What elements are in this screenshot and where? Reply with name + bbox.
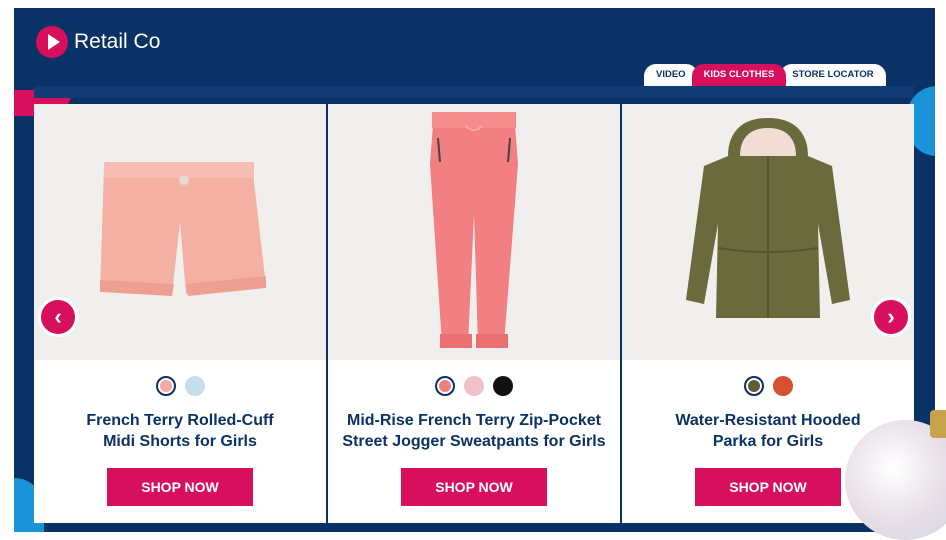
- tab-bar: VIDEO KIDS CLOTHES STORE LOCATOR: [644, 64, 886, 86]
- product-title-line-2: Street Jogger Sweatpants for Girls: [342, 433, 606, 450]
- chevron-left-icon: ‹: [54, 304, 62, 329]
- swatch-olive[interactable]: [743, 376, 764, 396]
- product-title-line-2: Midi Shorts for Girls: [103, 433, 257, 450]
- shorts-image: [100, 162, 266, 296]
- parka-image: [686, 118, 850, 318]
- product-image-shorts[interactable]: [34, 104, 326, 360]
- shop-now-button[interactable]: SHOP NOW: [695, 468, 841, 506]
- color-swatches: [155, 376, 205, 398]
- shop-now-button[interactable]: SHOP NOW: [107, 468, 253, 506]
- carousel-next-button[interactable]: ›: [871, 297, 911, 337]
- tab-kids-clothes[interactable]: KIDS CLOTHES: [691, 64, 787, 86]
- product-title-line-1: Water-Resistant Hooded: [675, 412, 861, 429]
- product-image-parka[interactable]: [622, 104, 914, 360]
- product-image-joggers[interactable]: [328, 104, 620, 360]
- swatch-light-blue[interactable]: [184, 376, 205, 396]
- color-swatches: [743, 376, 793, 398]
- product-carousel: French Terry Rolled-Cuff Midi Shorts for…: [34, 104, 914, 523]
- tab-video[interactable]: VIDEO: [644, 64, 698, 86]
- product-title[interactable]: Mid-Rise French Terry Zip-Pocket Street …: [330, 410, 618, 452]
- product-card[interactable]: Mid-Rise French Terry Zip-Pocket Street …: [328, 104, 620, 523]
- product-title-line-1: Mid-Rise French Terry Zip-Pocket: [347, 412, 601, 429]
- joggers-image: [430, 112, 518, 348]
- swatch-orange[interactable]: [772, 376, 793, 396]
- product-title[interactable]: French Terry Rolled-Cuff Midi Shorts for…: [36, 410, 324, 452]
- chevron-right-icon: ›: [887, 304, 895, 329]
- ornament-cap: [930, 410, 946, 438]
- carousel-prev-button[interactable]: ‹: [38, 297, 78, 337]
- swatch-light-pink[interactable]: [464, 376, 484, 396]
- brand-logo[interactable]: Retail Co: [36, 26, 160, 58]
- swatch-pink[interactable]: [155, 376, 176, 396]
- play-logo-icon: [36, 26, 68, 58]
- swatch-coral[interactable]: [435, 376, 455, 396]
- header-strip: [34, 86, 914, 98]
- product-title-line-1: French Terry Rolled-Cuff: [86, 412, 274, 429]
- swatch-black[interactable]: [493, 376, 513, 396]
- tab-store-locator[interactable]: STORE LOCATOR: [780, 64, 886, 86]
- color-swatches: [435, 376, 513, 398]
- brand-name: Retail Co: [74, 30, 161, 53]
- shop-now-button[interactable]: SHOP NOW: [401, 468, 547, 506]
